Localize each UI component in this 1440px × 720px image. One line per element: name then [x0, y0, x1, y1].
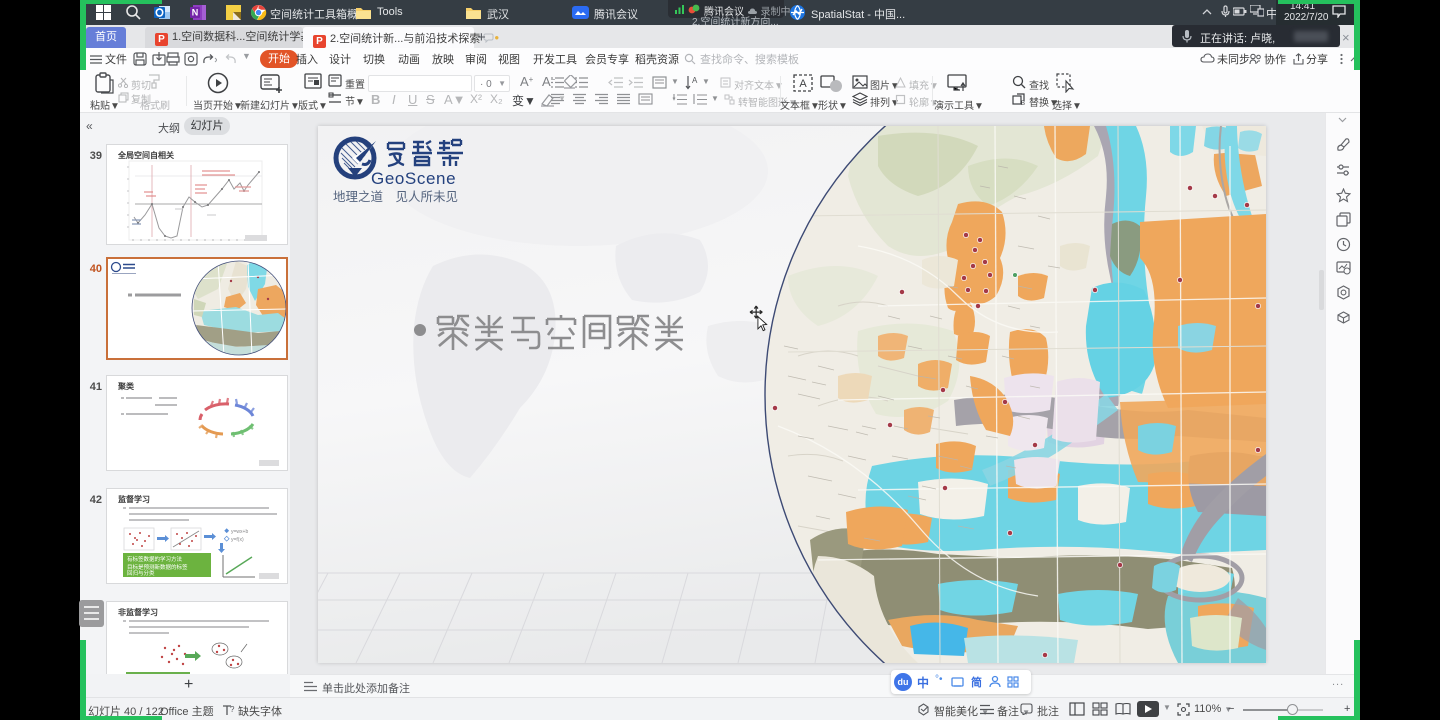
svg-text:非监督学习: 非监督学习: [118, 607, 158, 617]
svg-text:GeoScene: GeoScene: [371, 169, 456, 188]
svg-text:?: ?: [230, 705, 235, 714]
svg-text:A: A: [692, 76, 698, 85]
svg-text:目标是预测新数据的标签: 目标是预测新数据的标签: [127, 563, 188, 571]
svg-text:A: A: [799, 78, 807, 90]
svg-text:监督学习: 监督学习: [118, 494, 150, 504]
svg-text:地理之道 见人所未见: 地理之道 见人所未见: [333, 190, 458, 204]
svg-text:回归与分类: 回归与分类: [127, 569, 155, 577]
svg-text:y=wx+b: y=wx+b: [231, 529, 248, 535]
svg-text:N: N: [192, 8, 199, 18]
svg-text:y=f(x): y=f(x): [231, 537, 244, 543]
svg-text:全局空间自相关: 全局空间自相关: [117, 150, 174, 160]
svg-text:聚类: 聚类: [117, 381, 134, 391]
svg-text:有标签数据的学习方法: 有标签数据的学习方法: [127, 555, 183, 563]
svg-text:B: B: [1021, 101, 1025, 106]
